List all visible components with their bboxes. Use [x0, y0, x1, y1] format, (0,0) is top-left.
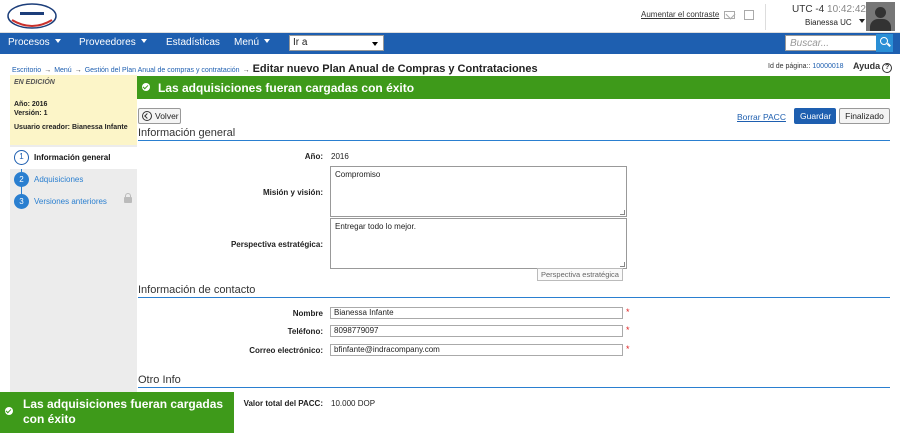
name-field[interactable]: Bianessa Infante [330, 307, 623, 319]
breadcrumb-escritorio[interactable]: Escritorio [12, 67, 41, 74]
nav-procesos[interactable]: Procesos [8, 37, 61, 48]
mission-label: Misión y visión: [262, 188, 323, 197]
mission-textarea[interactable]: Compromiso [330, 166, 627, 217]
step-adquisiciones[interactable]: 2 Adquisiciones [10, 169, 137, 191]
plan-summary: EN EDICIÓN Año: 2016 Versión: 1 Usuario … [10, 75, 137, 145]
top-bar: Aumentar el contraste UTC -4 10:42:42 Bi… [0, 0, 900, 33]
finalize-button[interactable]: Finalizado [839, 108, 890, 124]
chevron-down-icon [54, 39, 61, 43]
plan-creator: Usuario creador: Bianessa Infante [14, 124, 128, 131]
clock: UTC -4 10:42:42 [792, 4, 866, 15]
save-button[interactable]: Guardar [794, 108, 836, 124]
chevron-down-icon [858, 19, 865, 23]
timezone: UTC -4 [792, 4, 825, 15]
step-versiones-anteriores[interactable]: 3 Versiones anteriores [10, 191, 137, 213]
step-informacion-general[interactable]: 1 Información general [10, 147, 137, 169]
section-contact-title: Información de contacto [138, 284, 256, 296]
check-icon [5, 407, 13, 415]
page-id: Id de página:: 10000018 [768, 63, 844, 70]
email-field[interactable]: bfinfante@indracompany.com [330, 344, 623, 356]
back-button[interactable]: Volver [138, 108, 181, 124]
arrow-left-icon [142, 111, 152, 121]
perspective-textarea[interactable]: Entregar todo lo mejor. [330, 218, 627, 269]
user-name: Bianessa UC [805, 18, 852, 27]
section-other-title: Otro Info [138, 374, 181, 386]
plan-year: Año: 2016 [14, 101, 48, 108]
nav-estadisticas[interactable]: Estadísticas [166, 37, 220, 48]
help-button[interactable]: Ayuda? [853, 61, 893, 73]
nav-menu[interactable]: Menú [234, 37, 271, 48]
compras-dominicanas-logo[interactable] [6, 2, 58, 30]
email-label: Correo electrónico: [249, 346, 323, 355]
page-title: Editar nuevo Plan Anual de Compras y Con… [252, 63, 538, 75]
nav-proveedores[interactable]: Proveedores [79, 37, 147, 48]
status-badge: EN EDICIÓN [14, 79, 55, 86]
perspective-label: Perspectiva estratégica: [230, 240, 323, 249]
chevron-down-icon [264, 39, 271, 43]
document-icon[interactable] [744, 10, 754, 20]
section-divider [138, 140, 890, 141]
plan-version: Versión: 1 [14, 110, 48, 117]
goto-select[interactable]: Ir a [289, 35, 384, 51]
mail-icon[interactable] [724, 11, 735, 19]
success-toast[interactable]: Las adquisiciones fueran cargadas con éx… [0, 392, 234, 433]
year-value: 2016 [331, 152, 349, 161]
year-label: Año: [304, 152, 323, 161]
sidebar: EN EDICIÓN Año: 2016 Versión: 1 Usuario … [10, 75, 137, 433]
search-input[interactable]: Buscar... [785, 35, 877, 51]
required-mark: * [626, 307, 630, 317]
lock-icon [124, 193, 132, 203]
time: 10:42:42 [827, 4, 866, 15]
avatar[interactable] [866, 2, 895, 31]
main-nav: Procesos Proveedores Estadísticas Menú [0, 33, 900, 54]
wizard-steps: 1 Información general 2 Adquisiciones 3 … [10, 147, 137, 213]
phone-label: Teléfono: [287, 327, 323, 336]
required-mark: * [626, 344, 630, 354]
header-divider [765, 4, 766, 30]
phone-field[interactable]: 8098779097 [330, 325, 623, 337]
total-value: 10.000 DOP [331, 399, 376, 408]
section-divider [138, 387, 890, 388]
success-banner: Las adquisiciones fueran cargadas con éx… [137, 76, 890, 99]
breadcrumb: Escritorio → Menú → Gestión del Plan Anual d… [12, 63, 538, 75]
user-menu[interactable]: Bianessa UC [805, 18, 865, 27]
check-icon [142, 83, 150, 91]
search-icon[interactable] [876, 34, 893, 52]
total-label: Valor total del PACC: [243, 399, 323, 408]
section-general-title: Información general [138, 127, 236, 139]
delete-pacc-link[interactable]: Borrar PACC [737, 112, 786, 122]
chevron-down-icon [372, 42, 378, 46]
perspective-tooltip: Perspectiva estratégica [537, 268, 623, 281]
required-mark: * [626, 325, 630, 335]
breadcrumb-menu[interactable]: Menú [54, 67, 72, 74]
increase-contrast-link[interactable]: Aumentar el contraste [641, 10, 719, 19]
name-label: Nombre [292, 309, 323, 318]
chevron-down-icon [140, 39, 147, 43]
help-icon: ? [882, 63, 893, 73]
breadcrumb-gestion[interactable]: Gestión del Plan Anual de compras y cont… [85, 67, 240, 74]
section-divider [138, 297, 890, 298]
